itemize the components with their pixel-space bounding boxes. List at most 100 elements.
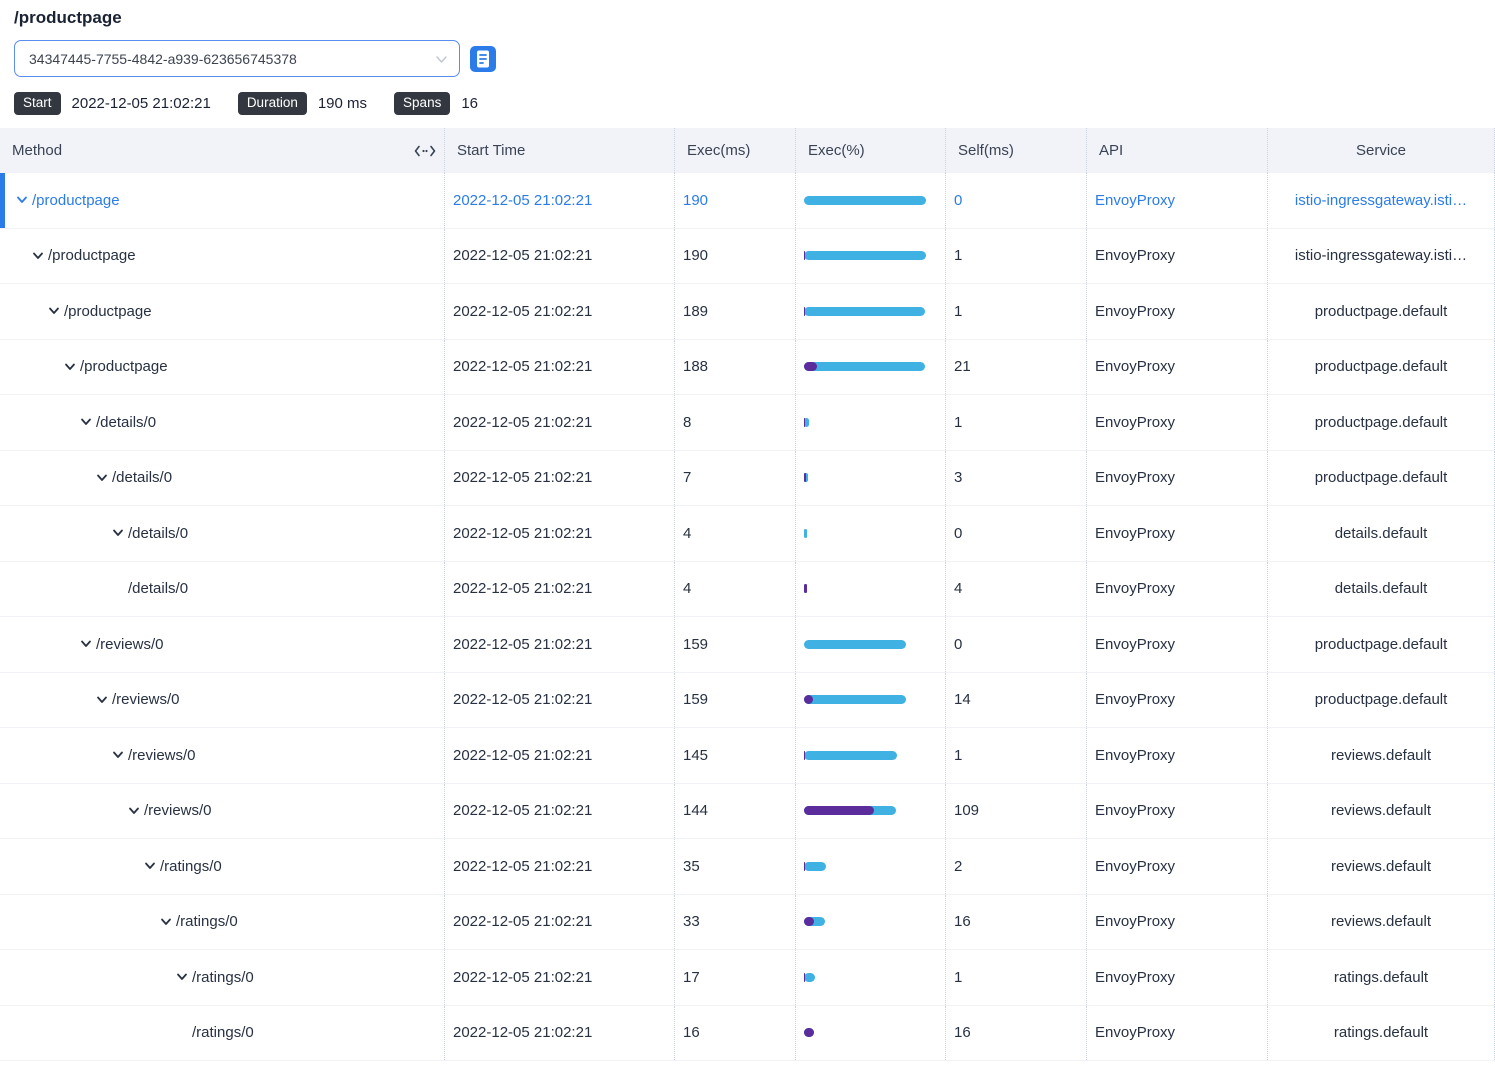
- start-time-cell: 2022-12-05 21:02:21: [445, 895, 675, 950]
- table-row[interactable]: /details/0 2022-12-05 21:02:21 4 4 Envoy…: [0, 562, 1495, 618]
- method-cell: /ratings/0: [0, 950, 445, 1005]
- self-ms-cell: 14: [946, 673, 1087, 728]
- exec-ms-cell: 145: [675, 728, 796, 783]
- table-row[interactable]: /reviews/0 2022-12-05 21:02:21 159 14 En…: [0, 673, 1495, 729]
- table-row[interactable]: /details/0 2022-12-05 21:02:21 4 0 Envoy…: [0, 506, 1495, 562]
- chevron-down-icon[interactable]: [176, 971, 188, 983]
- stat-start: Start 2022-12-05 21:02:21: [14, 92, 211, 115]
- service-cell: productpage.default: [1268, 284, 1495, 339]
- exec-bar-total: [804, 362, 925, 371]
- table-row[interactable]: /reviews/0 2022-12-05 21:02:21 159 0 Env…: [0, 617, 1495, 673]
- exec-ms-cell: 33: [675, 895, 796, 950]
- method-label: /productpage: [32, 192, 120, 209]
- table-row[interactable]: /details/0 2022-12-05 21:02:21 8 1 Envoy…: [0, 395, 1495, 451]
- exec-bar-total: [804, 640, 906, 649]
- exec-pct-cell: [796, 784, 946, 839]
- chevron-down-icon[interactable]: [96, 694, 108, 706]
- chevron-down-icon[interactable]: [16, 194, 28, 206]
- method-label: /reviews/0: [144, 802, 212, 819]
- trace-id-select[interactable]: 34347445-7755-4842-a939-623656745378: [14, 40, 460, 77]
- method-label: /reviews/0: [128, 747, 196, 764]
- exec-bar: [804, 418, 926, 427]
- api-cell: EnvoyProxy: [1087, 340, 1268, 395]
- table-row[interactable]: /ratings/0 2022-12-05 21:02:21 35 2 Envo…: [0, 839, 1495, 895]
- chevron-down-icon[interactable]: [48, 305, 60, 317]
- self-ms-cell: 16: [946, 1006, 1087, 1061]
- chevron-down-icon[interactable]: [80, 638, 92, 650]
- exec-bar: [804, 473, 926, 482]
- chevron-down-icon: [435, 53, 448, 71]
- chevron-down-icon[interactable]: [32, 250, 44, 262]
- table-row[interactable]: /ratings/0 2022-12-05 21:02:21 17 1 Envo…: [0, 950, 1495, 1006]
- method-cell: /details/0: [0, 395, 445, 450]
- page-title: /productpage: [14, 8, 1481, 28]
- self-ms-cell: 0: [946, 617, 1087, 672]
- table-row[interactable]: /productpage 2022-12-05 21:02:21 189 1 E…: [0, 284, 1495, 340]
- chevron-down-icon[interactable]: [64, 361, 76, 373]
- chevron-down-icon[interactable]: [80, 416, 92, 428]
- method-label: /reviews/0: [112, 691, 180, 708]
- exec-pct-cell: [796, 451, 946, 506]
- exec-ms-cell: 190: [675, 173, 796, 228]
- column-header-exec-pct: Exec(%): [796, 128, 946, 173]
- exec-bar-self: [804, 473, 806, 482]
- exec-bar: [804, 973, 926, 982]
- start-time-cell: 2022-12-05 21:02:21: [445, 950, 675, 1005]
- exec-pct-cell: [796, 839, 946, 894]
- exec-ms-cell: 189: [675, 284, 796, 339]
- service-cell: productpage.default: [1268, 340, 1495, 395]
- self-ms-cell: 109: [946, 784, 1087, 839]
- exec-pct-cell: [796, 895, 946, 950]
- trace-id-value: 34347445-7755-4842-a939-623656745378: [29, 51, 297, 67]
- service-cell: ratings.default: [1268, 950, 1495, 1005]
- method-cell: /details/0: [0, 562, 445, 617]
- exec-bar-self: [804, 806, 874, 815]
- table-row[interactable]: /reviews/0 2022-12-05 21:02:21 144 109 E…: [0, 784, 1495, 840]
- chevron-down-icon[interactable]: [96, 472, 108, 484]
- exec-bar-total: [804, 418, 809, 427]
- table-row[interactable]: /ratings/0 2022-12-05 21:02:21 33 16 Env…: [0, 895, 1495, 951]
- api-cell: EnvoyProxy: [1087, 395, 1268, 450]
- self-ms-cell: 1: [946, 284, 1087, 339]
- span-table: Method Start Time Exec(ms) Exec(%) Self(…: [0, 128, 1495, 1061]
- table-row[interactable]: /productpage 2022-12-05 21:02:21 188 21 …: [0, 340, 1495, 396]
- start-badge: Start: [14, 92, 61, 115]
- column-resize-icon[interactable]: [414, 145, 436, 157]
- start-time-cell: 2022-12-05 21:02:21: [445, 506, 675, 561]
- chevron-down-icon[interactable]: [128, 805, 140, 817]
- exec-bar: [804, 251, 926, 260]
- table-row[interactable]: /details/0 2022-12-05 21:02:21 7 3 Envoy…: [0, 451, 1495, 507]
- table-body: /productpage 2022-12-05 21:02:21 190 0 E…: [0, 173, 1495, 1061]
- start-time-cell: 2022-12-05 21:02:21: [445, 395, 675, 450]
- spans-badge: Spans: [394, 92, 450, 115]
- trace-header: /productpage 34347445-7755-4842-a939-623…: [0, 0, 1495, 115]
- exec-pct-cell: [796, 340, 946, 395]
- method-cell: /productpage: [0, 284, 445, 339]
- chevron-down-icon[interactable]: [160, 916, 172, 928]
- trace-detail-icon[interactable]: [470, 46, 496, 72]
- exec-bar-total: [804, 862, 826, 871]
- exec-bar-self: [804, 307, 805, 316]
- self-ms-cell: 1: [946, 950, 1087, 1005]
- exec-ms-cell: 4: [675, 562, 796, 617]
- chevron-down-icon[interactable]: [144, 860, 156, 872]
- exec-bar-total: [804, 529, 807, 538]
- chevron-down-icon[interactable]: [112, 749, 124, 761]
- start-time-cell: 2022-12-05 21:02:21: [445, 562, 675, 617]
- exec-bar: [804, 196, 926, 205]
- start-time-cell: 2022-12-05 21:02:21: [445, 284, 675, 339]
- method-cell: /reviews/0: [0, 617, 445, 672]
- table-row[interactable]: /reviews/0 2022-12-05 21:02:21 145 1 Env…: [0, 728, 1495, 784]
- self-ms-cell: 2: [946, 839, 1087, 894]
- exec-ms-cell: 159: [675, 673, 796, 728]
- table-row[interactable]: /productpage 2022-12-05 21:02:21 190 1 E…: [0, 229, 1495, 285]
- service-cell: productpage.default: [1268, 673, 1495, 728]
- api-cell: EnvoyProxy: [1087, 673, 1268, 728]
- table-row[interactable]: /ratings/0 2022-12-05 21:02:21 16 16 Env…: [0, 1006, 1495, 1062]
- table-row[interactable]: /productpage 2022-12-05 21:02:21 190 0 E…: [0, 173, 1495, 229]
- chevron-down-icon[interactable]: [112, 527, 124, 539]
- api-cell: EnvoyProxy: [1087, 173, 1268, 228]
- method-cell: /productpage: [0, 229, 445, 284]
- column-header-api: API: [1087, 128, 1268, 173]
- exec-pct-cell: [796, 395, 946, 450]
